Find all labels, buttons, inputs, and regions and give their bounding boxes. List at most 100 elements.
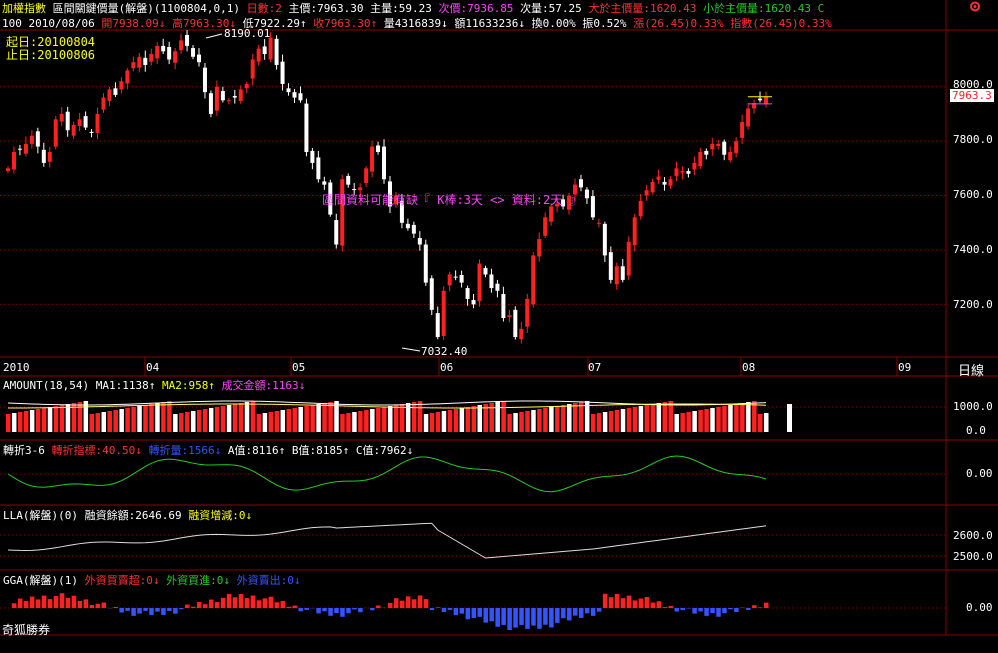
- candle-body: [620, 266, 625, 280]
- gga-bar: [501, 608, 506, 626]
- gga-bar: [429, 608, 435, 611]
- gap-warning: 區間資料可能有缺『 K棒:3天 <> 資料:2天 』: [322, 193, 582, 207]
- gga-bar: [638, 598, 644, 608]
- amount-bar: [722, 406, 727, 432]
- amount-bar: [555, 406, 560, 432]
- amount-bar: [698, 410, 703, 432]
- candle-body: [65, 111, 70, 131]
- candle-body: [465, 288, 470, 299]
- candle-body: [423, 244, 428, 283]
- amount-bar: [35, 409, 41, 432]
- gga-bar: [531, 608, 536, 626]
- gga-bar: [722, 608, 727, 614]
- candle-body: [179, 40, 184, 51]
- amount-bar: [155, 403, 160, 432]
- gga-bar: [549, 608, 554, 628]
- amount-bar: [435, 412, 441, 432]
- gga-bar: [268, 596, 274, 608]
- gga-bar: [29, 596, 35, 608]
- gga-bar: [11, 603, 17, 608]
- amount-bar: [262, 413, 268, 432]
- gga-bar: [143, 608, 148, 611]
- amount-bar: [638, 406, 644, 432]
- candle-body: [632, 217, 637, 246]
- candle-body: [232, 95, 237, 98]
- amount-bar: [632, 407, 638, 432]
- gga-bar: [179, 608, 184, 610]
- gga-bar: [83, 599, 89, 608]
- candle-body: [758, 98, 763, 101]
- candle-body: [686, 171, 691, 174]
- gga-bar: [220, 597, 226, 608]
- gga-bar: [226, 593, 232, 608]
- gga-bar: [77, 600, 83, 608]
- gga-bar: [137, 608, 142, 614]
- amount-bar: [364, 410, 369, 432]
- amount-bar: [620, 409, 626, 432]
- amount-bar: [441, 411, 447, 432]
- gga-bar: [17, 598, 23, 608]
- gga-bar: [519, 608, 524, 625]
- turn-panel-header: 轉折3-6 轉折指標:40.50↓ 轉折量:1566↓ A值:8116↑ B值:…: [3, 442, 413, 458]
- amount-bar: [656, 403, 662, 432]
- amount-bar: [125, 408, 130, 432]
- candle-body: [244, 83, 249, 89]
- candle-body: [584, 189, 589, 199]
- candle-body: [590, 196, 595, 218]
- amount-bar: [787, 404, 792, 432]
- candle-body: [274, 38, 279, 65]
- amount-bar: [626, 408, 632, 432]
- gga-bar: [423, 599, 429, 608]
- amount-ma1: MA1:1138↑: [95, 379, 156, 392]
- gga-bar: [447, 608, 453, 610]
- candle-body: [29, 135, 34, 144]
- candle-body: [525, 298, 530, 327]
- candle-body: [107, 89, 112, 101]
- amount-bar: [149, 404, 154, 432]
- candle-body: [167, 46, 172, 60]
- lla-name: LLA(解盤)(0): [3, 509, 78, 522]
- gga-bar: [95, 603, 101, 608]
- amount-bar: [507, 414, 512, 432]
- gga-bar: [370, 608, 375, 611]
- amount-bar: [11, 413, 17, 432]
- price-tick: 7200.0: [953, 298, 993, 311]
- gga-bar: [584, 608, 590, 614]
- candle-body: [519, 328, 524, 340]
- candle-body: [429, 278, 434, 310]
- candle-body: [59, 113, 64, 122]
- scale-button[interactable]: 日線: [958, 360, 984, 379]
- amount-bar: [6, 414, 11, 432]
- x-label: 09: [898, 361, 912, 374]
- gga-bar: [232, 597, 238, 608]
- gga-bar: [250, 595, 256, 608]
- amount-total: 成交金額:1163↓: [221, 379, 306, 392]
- gga-bar: [620, 598, 626, 608]
- amount-bar: [346, 413, 351, 432]
- candle-body: [376, 145, 381, 153]
- amount-bar: [322, 403, 327, 432]
- candle-body: [543, 217, 548, 236]
- amount-bar: [602, 412, 608, 432]
- price-tick: 7400.0: [953, 243, 993, 256]
- amount-bar: [537, 409, 542, 432]
- amount-bar: [495, 402, 500, 432]
- gga-bar: [41, 595, 47, 608]
- candle-body: [208, 93, 213, 114]
- gga-bar: [167, 608, 172, 611]
- candle-body: [346, 175, 351, 185]
- candle-body: [41, 149, 46, 163]
- gga-bar: [602, 593, 608, 608]
- footer-brand: 奇狐勝券: [2, 623, 51, 637]
- gga-bar: [650, 602, 656, 608]
- turn-indicator: 轉折指標:40.50↓: [51, 444, 142, 457]
- gga-bar: [387, 602, 393, 608]
- amount-bar: [298, 407, 303, 432]
- amount-bar: [250, 401, 256, 432]
- gga-bar: [734, 608, 739, 613]
- candle-body: [310, 150, 315, 163]
- candle-body: [113, 88, 118, 95]
- amount-bar: [399, 404, 405, 432]
- candle-body: [746, 108, 751, 127]
- turn-c: C值:7962↓: [355, 444, 414, 457]
